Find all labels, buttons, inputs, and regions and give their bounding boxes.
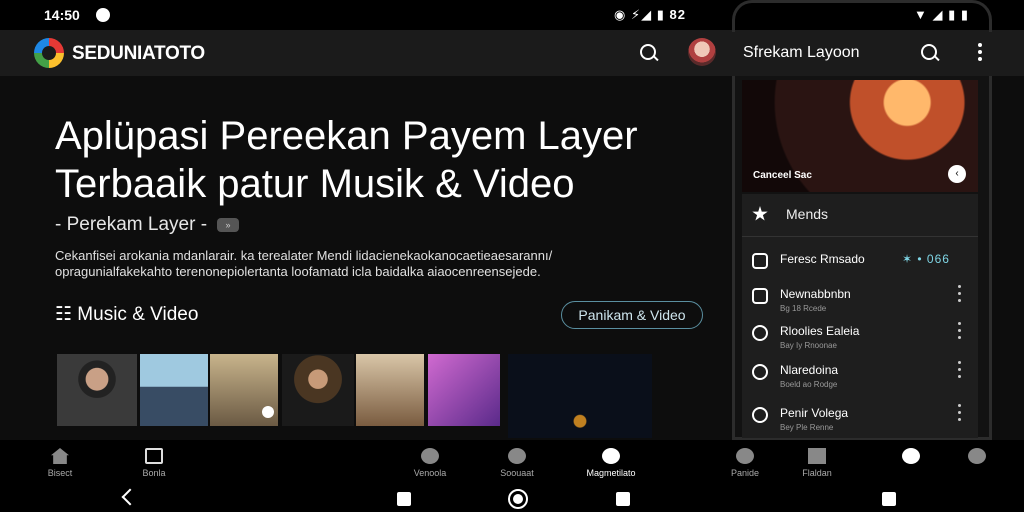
list-header: Mends	[752, 206, 828, 222]
music-video-button[interactable]: Panikam & Video	[561, 301, 703, 329]
list-item-title: Feresc Rmsado	[780, 252, 865, 266]
nav-label: Bonla	[142, 468, 166, 478]
forward-badge-icon[interactable]: »	[217, 218, 240, 232]
video-thumbnail[interactable]	[140, 354, 208, 426]
list-item[interactable]: Feresc Rmsado ✶ • 066	[752, 250, 968, 284]
record-icon	[752, 253, 768, 269]
media-icon	[602, 448, 620, 464]
screen-icon	[752, 288, 768, 304]
item-more-icon[interactable]	[958, 322, 961, 343]
list-item-subtitle: Bg 18 Rcede	[780, 304, 827, 313]
mic-icon	[421, 448, 439, 464]
nav-item-record[interactable]	[942, 448, 1012, 464]
nav-item-guide[interactable]: Panide	[710, 448, 780, 478]
video-thumbnail[interactable]	[282, 354, 354, 426]
search-icon[interactable]	[640, 44, 658, 62]
phone-frame-top	[732, 0, 992, 32]
list-item[interactable]: Rloolies Ealeia Bay Iy Rnoonae	[752, 322, 968, 356]
avatar[interactable]	[688, 38, 716, 66]
pin-icon	[752, 364, 768, 380]
hero-description: Cekanfisei arokania mdanlarair. ka terea…	[55, 248, 553, 279]
list-item-subtitle: Boeld ao Rodge	[780, 380, 838, 389]
chat-icon	[145, 448, 163, 464]
recents-icon[interactable]	[397, 492, 411, 506]
files-icon	[808, 448, 826, 464]
video-thumbnail[interactable]	[508, 354, 652, 438]
hero-subtitle-row: - Perekam Layer - »	[55, 214, 240, 236]
list-item[interactable]: Penir Volega Bey Ple Renne	[752, 404, 968, 438]
nav-item-search[interactable]: Venoola	[395, 448, 465, 478]
home-icon	[51, 448, 69, 464]
brand-logo-icon[interactable]	[34, 38, 64, 68]
record-toggle-icon	[968, 448, 986, 464]
home-button-icon[interactable]	[508, 489, 528, 509]
section-title: ☷ Music & Video	[55, 304, 199, 325]
nav-label: Magmetilato	[586, 468, 636, 478]
list-item-title: Nlaredoina	[780, 363, 839, 377]
phone-search-icon[interactable]	[921, 44, 939, 62]
status-time: 14:50	[44, 7, 80, 23]
nav-label: Flaldan	[802, 468, 832, 478]
nav-label: Bisect	[47, 468, 73, 478]
list-item-title: Penir Volega	[780, 406, 849, 420]
video-thumbnail[interactable]	[428, 354, 500, 426]
sync-icon	[508, 448, 526, 464]
nav-label: Venoola	[413, 468, 447, 478]
concert-action-icon[interactable]: ‹	[948, 165, 966, 183]
camera-icon	[902, 448, 920, 464]
play-badge-icon	[262, 406, 274, 418]
nav-item-home[interactable]: Bisect	[25, 448, 95, 478]
list-item-title: Newnabbnbn	[780, 287, 851, 301]
app-header: SEDUNIATOTO	[0, 30, 730, 76]
video-thumbnail[interactable]	[356, 354, 424, 426]
video-thumbnail[interactable]	[57, 354, 137, 426]
list-item-subtitle: Bay Iy Rnoonae	[780, 341, 837, 350]
brand-name[interactable]: SEDUNIATOTO	[72, 43, 205, 65]
status-icons-left: ◉ ⚡◢ ▮ 82	[614, 7, 686, 22]
item-more-icon[interactable]	[958, 404, 961, 425]
divider	[742, 236, 978, 237]
hero-subtitle: - Perekam Layer -	[55, 214, 208, 235]
notification-icon	[96, 8, 110, 22]
list-item-subtitle: Bey Ple Renne	[780, 423, 834, 432]
nav-item-files[interactable]: Flaldan	[782, 448, 852, 478]
item-more-icon[interactable]	[958, 361, 961, 382]
page-title: Aplüpasi Pereekan Payem Layer Terbaaik p…	[55, 114, 638, 206]
location-icon	[752, 325, 768, 341]
item-more-icon[interactable]	[958, 285, 961, 306]
list-item-title: Rloolies Ealeia	[780, 324, 860, 338]
more-options-icon[interactable]	[978, 43, 982, 61]
guide-icon	[736, 448, 754, 464]
overview-icon[interactable]	[616, 492, 630, 506]
nav-item-sync[interactable]: Soouaat	[482, 448, 552, 478]
star-icon	[752, 206, 768, 221]
concert-caption: Canceel Sac	[753, 170, 812, 181]
list-item[interactable]: Nlaredoina Boeld ao Rodge	[752, 361, 968, 395]
list-item[interactable]: Newnabbnbn Bg 18 Rcede	[752, 285, 968, 319]
nav-item-camera[interactable]	[876, 448, 946, 464]
list-header-label: Mends	[786, 206, 829, 222]
list-item-value: ✶ • 066	[902, 252, 950, 266]
nav-label: Soouaat	[500, 468, 534, 478]
nav-item-chat[interactable]: Bonla	[119, 448, 189, 478]
phone-title: Sfrekam Layoon	[743, 44, 860, 61]
nav-item-media[interactable]: Magmetilato	[576, 448, 646, 478]
target-icon	[752, 407, 768, 423]
nav-label: Panide	[730, 468, 760, 478]
phone-overview-icon[interactable]	[882, 492, 896, 506]
